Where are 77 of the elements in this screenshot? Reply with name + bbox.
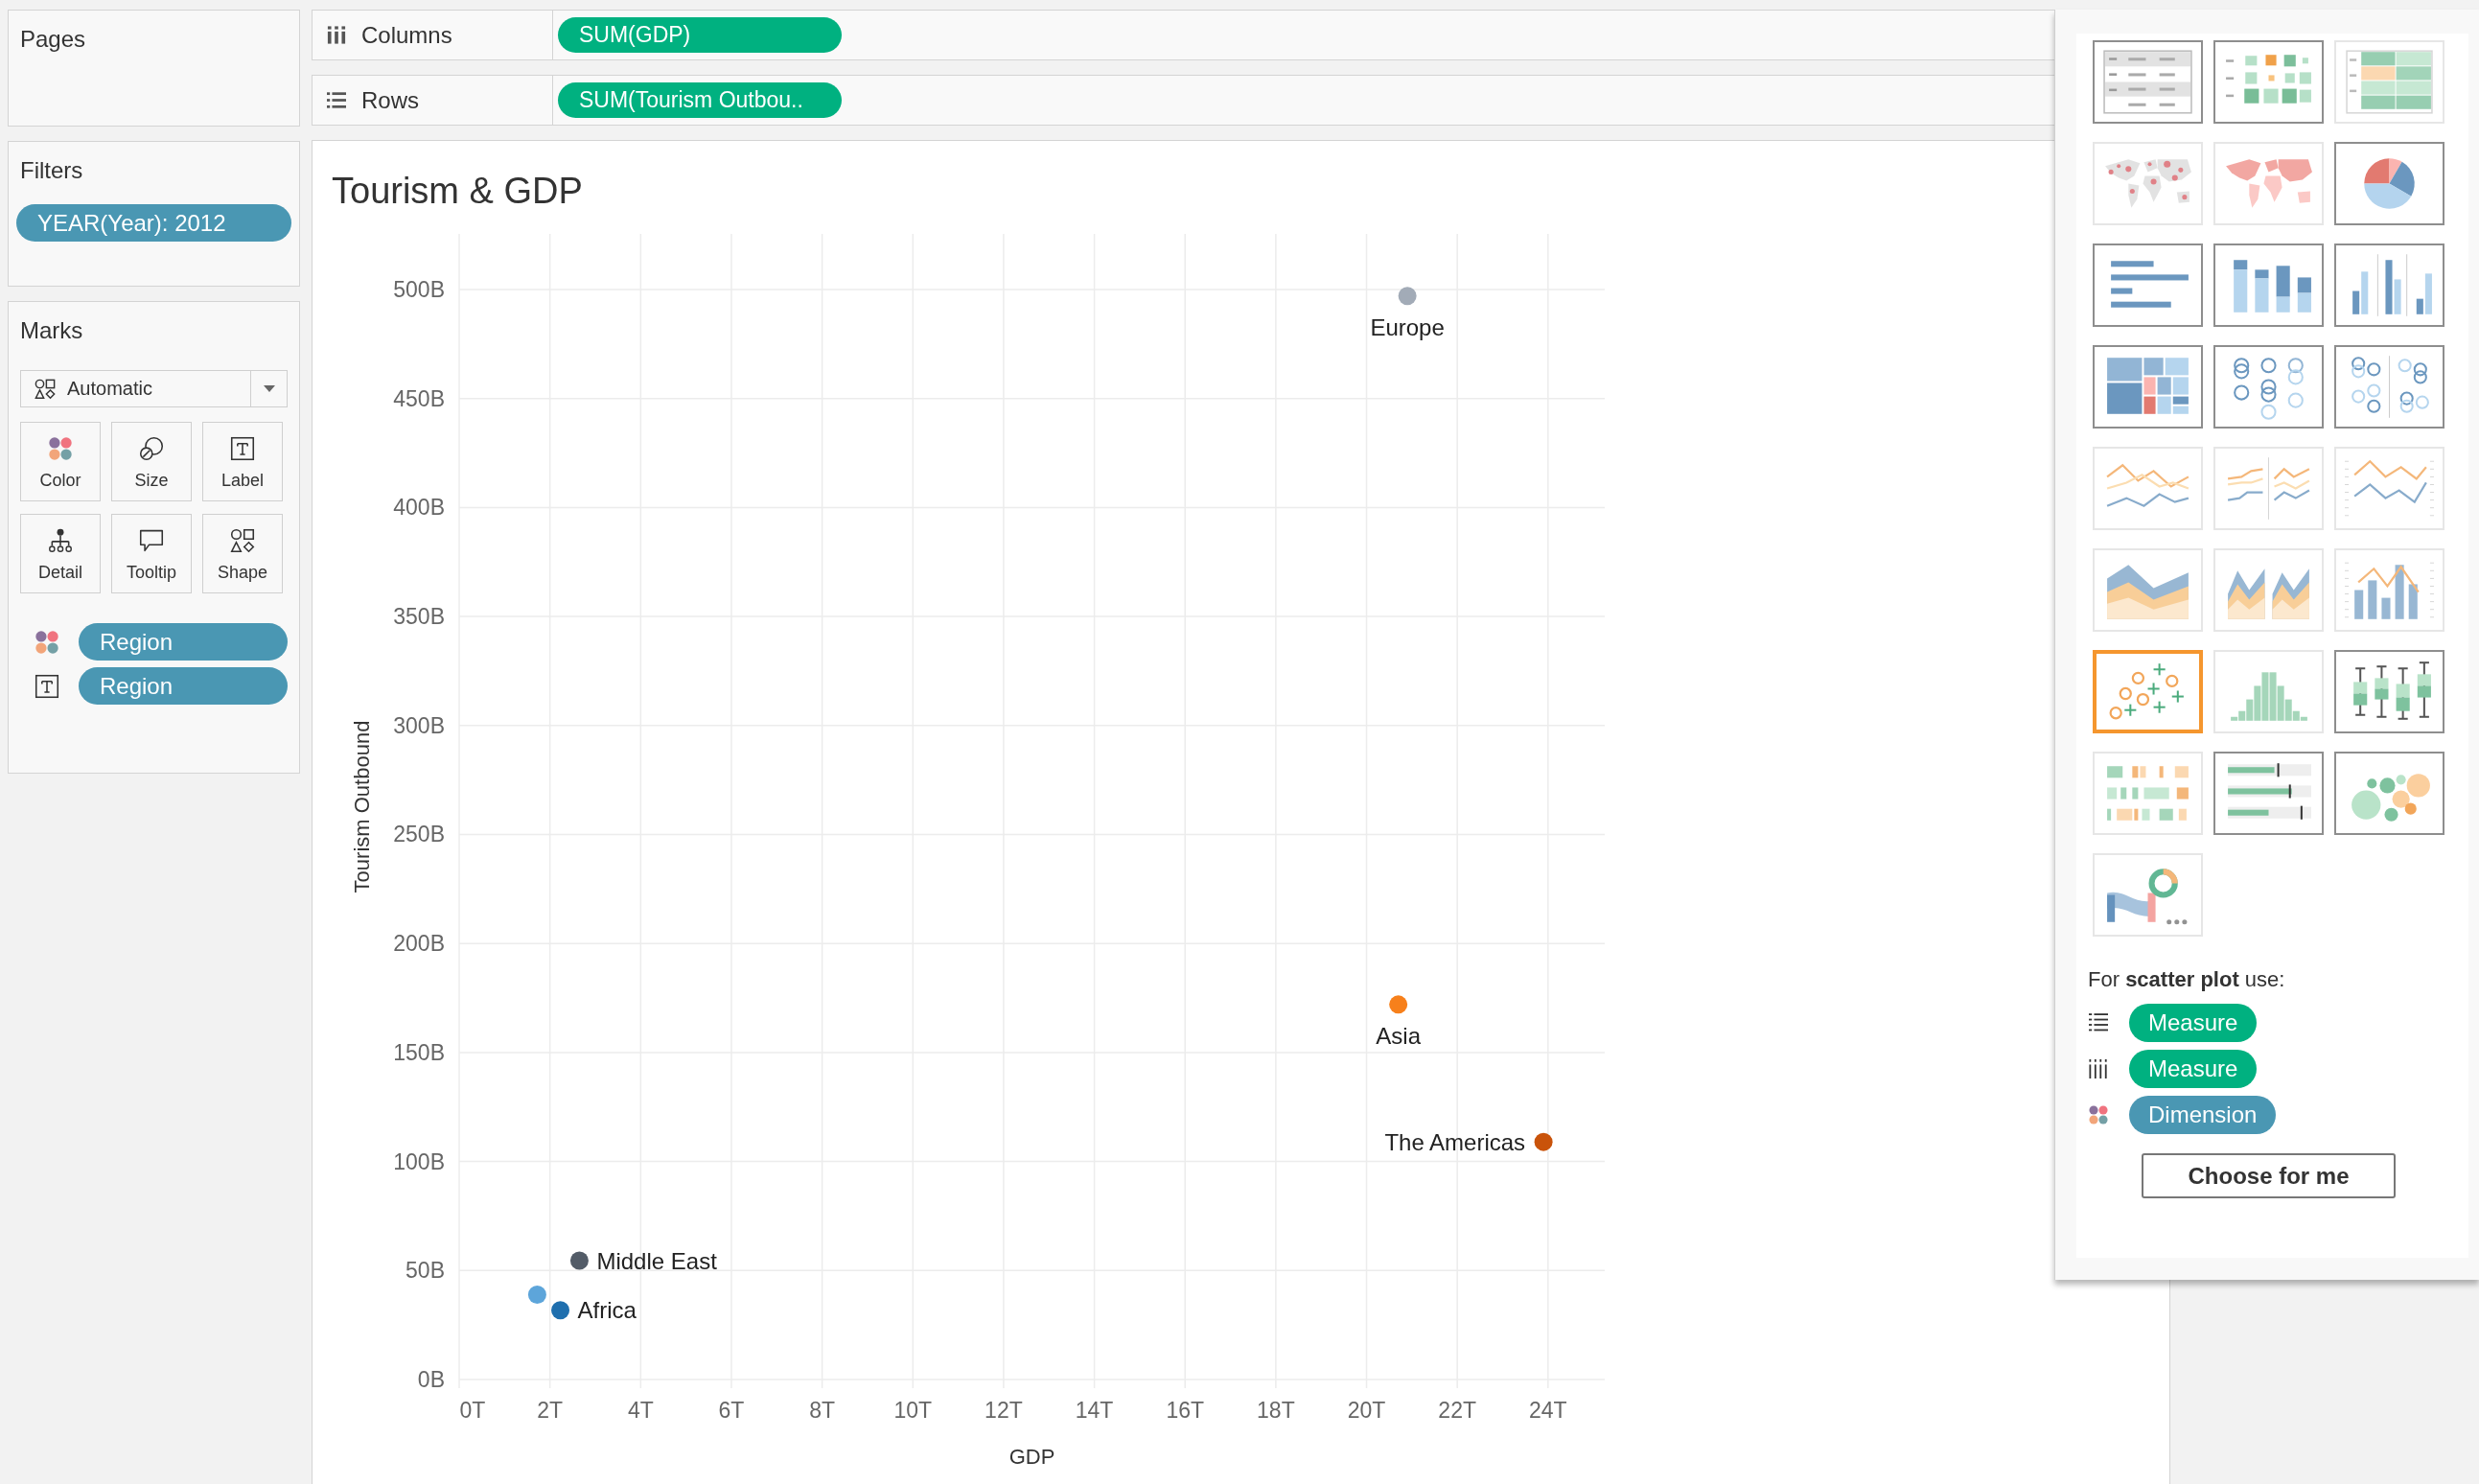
chart-type-button[interactable]: [2213, 752, 2324, 835]
axis-tick-label: 4T: [627, 1398, 654, 1423]
hierarchy-icon: [48, 528, 73, 553]
shapes-icon: [230, 528, 255, 553]
mark-property-button[interactable]: Label: [202, 422, 283, 501]
columns-icon: [327, 26, 346, 44]
size-circles-icon: [139, 436, 164, 461]
shelf-label: Columns: [361, 21, 452, 49]
rows-icon: [2089, 1013, 2108, 1032]
axis-tick-label: 150B: [393, 1039, 445, 1065]
axis-tick-label: 400B: [393, 495, 445, 521]
chart-type-button[interactable]: [2093, 650, 2203, 733]
text-box-icon: [230, 436, 255, 461]
axis-tick-label: 100B: [393, 1148, 445, 1174]
chart-type-button[interactable]: [2334, 142, 2444, 225]
field-pill: Measure: [2129, 1050, 2258, 1088]
axis-tick-label: 0B: [417, 1367, 445, 1392]
mark-type-dropdown[interactable]: Automatic: [20, 370, 288, 407]
field-pill: Dimension: [2129, 1096, 2277, 1134]
axis-tick-label: 6T: [718, 1398, 745, 1423]
chart-type-button[interactable]: [2093, 40, 2203, 124]
rows-icon: [327, 91, 346, 109]
text-box-icon: [35, 673, 59, 699]
shelf-label: Rows: [361, 86, 419, 114]
chart-title: Tourism & GDP: [332, 170, 583, 213]
chart-type-button[interactable]: [2213, 243, 2324, 327]
axis-tick-label: 450B: [393, 385, 445, 411]
panel-title: Pages: [20, 25, 86, 54]
axis-tick-label: 22T: [1438, 1398, 1476, 1423]
mark-property-button[interactable]: Color: [20, 422, 101, 501]
axis-tick-label: 500B: [393, 277, 445, 302]
chart-type-button[interactable]: [2334, 243, 2444, 327]
color-dots-icon: [35, 629, 59, 655]
field-pill: Measure: [2129, 1004, 2258, 1042]
chart-type-button[interactable]: [2334, 345, 2444, 429]
axis-tick-label: 300B: [393, 712, 445, 738]
mark-property-button[interactable]: Size: [111, 422, 192, 501]
axis-tick-label: 14T: [1075, 1398, 1114, 1423]
point-label: Asia: [1376, 1023, 1421, 1050]
axis-tick-label: 16T: [1166, 1398, 1205, 1423]
chart-type-button[interactable]: [2334, 752, 2444, 835]
axis-tick-label: 18T: [1257, 1398, 1295, 1423]
chart-type-button[interactable]: [2213, 345, 2324, 429]
axis-tick-label: 12T: [985, 1398, 1023, 1423]
mark-property-button[interactable]: Shape: [202, 514, 283, 593]
axis-title: GDP: [1008, 1444, 1055, 1469]
axis-tick-label: 250B: [393, 822, 445, 847]
point-label: The Americas: [1384, 1128, 1526, 1155]
axis-tick-label: 0T: [459, 1398, 486, 1423]
chart-type-button[interactable]: [2093, 243, 2203, 327]
color-dots-icon: [48, 436, 73, 461]
axis-tick-label: 20T: [1347, 1398, 1386, 1423]
panel-title: Filters: [20, 156, 83, 185]
chart-type-button[interactable]: [2213, 40, 2324, 124]
axis-tick-label: 8T: [809, 1398, 836, 1423]
chart-type-button[interactable]: [2093, 345, 2203, 429]
caret-icon: [264, 385, 275, 392]
shapes-icon: [35, 378, 56, 400]
axis-tick-label: 2T: [537, 1398, 564, 1423]
axis-title: Tourism Outbound: [349, 720, 374, 893]
axis-tick-label: 200B: [393, 931, 445, 957]
axis-tick-label: 50B: [405, 1258, 445, 1284]
point-label: Middle East: [596, 1247, 717, 1274]
show-me-hint: For scatter plot use:: [2088, 967, 2285, 992]
choose-for-me-button[interactable]: Choose for me: [2142, 1153, 2396, 1198]
speech-bubble-icon: [139, 528, 164, 553]
axis-tick-label: 350B: [393, 604, 445, 630]
axis-tick-label: 24T: [1529, 1398, 1567, 1423]
mark-property-button[interactable]: Tooltip: [111, 514, 192, 593]
chart-type-button[interactable]: [2334, 650, 2444, 733]
color-dots-icon: [2089, 1105, 2108, 1125]
columns-icon: [2089, 1059, 2108, 1078]
point-label: Africa: [577, 1297, 637, 1324]
mark-property-button[interactable]: Detail: [20, 514, 101, 593]
point-label: Europe: [1370, 314, 1445, 341]
axis-tick-label: 10T: [893, 1398, 933, 1423]
panel-title: Marks: [20, 316, 83, 345]
